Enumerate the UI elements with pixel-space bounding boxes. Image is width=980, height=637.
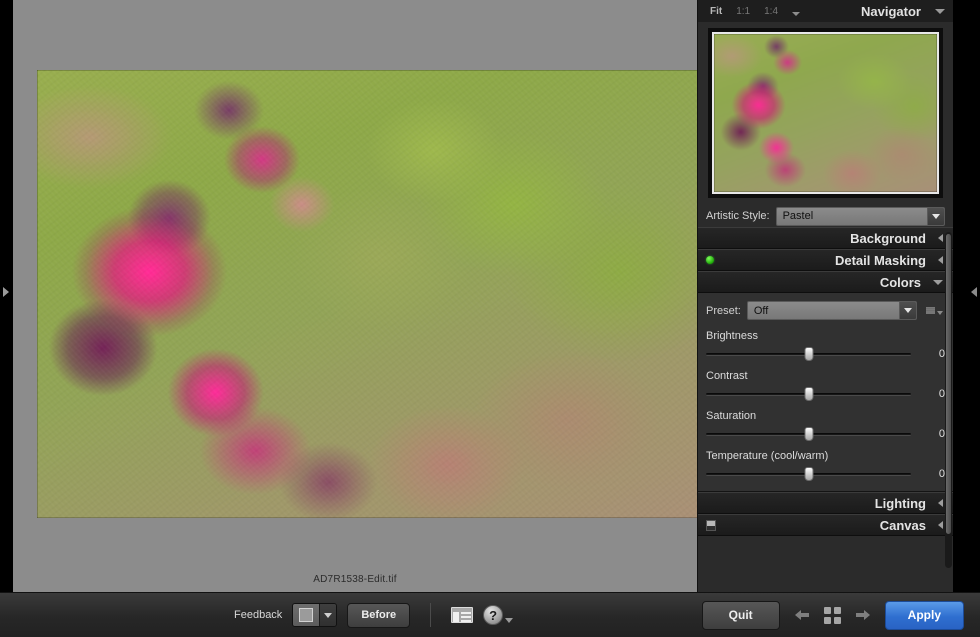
slider-row-saturation: 0: [706, 427, 945, 441]
section-header-detail-masking[interactable]: Detail Masking: [698, 249, 953, 271]
slider-knob-saturation[interactable]: [804, 427, 813, 441]
colors-section-body: Preset: Off Brightness 0: [698, 293, 953, 492]
slider-value-contrast[interactable]: 0: [911, 388, 945, 400]
preset-row: Preset: Off: [706, 301, 945, 320]
grid-view-icon[interactable]: [824, 607, 841, 624]
slider-saturation: Saturation 0: [706, 410, 945, 441]
canvas-texture-icon: [706, 520, 716, 531]
navigator-header: Fit 1:1 1:4 Navigator: [698, 0, 953, 22]
filename-label: AD7R1538-Edit.tif: [13, 574, 697, 585]
slider-track-saturation[interactable]: [706, 427, 911, 441]
slider-row-contrast: 0: [706, 387, 945, 401]
zoom-options-chevron-down-icon[interactable]: [792, 12, 800, 16]
canvas-indicator-slot: [706, 520, 724, 531]
slider-label-temperature: Temperature (cool/warm): [706, 450, 945, 462]
layout-panels-icon: [451, 607, 473, 623]
artistic-style-row: Artistic Style: Pastel: [706, 205, 945, 227]
section-title-colors: Colors: [724, 275, 921, 290]
slider-brightness: Brightness 0: [706, 330, 945, 361]
artistic-style-select[interactable]: Pastel: [776, 207, 945, 226]
toolbar-right-group: Quit Apply: [702, 601, 964, 630]
image-preview[interactable]: [37, 70, 699, 518]
section-header-canvas[interactable]: Canvas: [698, 514, 953, 536]
preset-label: Preset:: [706, 305, 741, 317]
navigator-title: Navigator: [800, 4, 921, 19]
toolbar-divider: [430, 603, 431, 627]
slider-value-brightness[interactable]: 0: [911, 348, 945, 360]
preset-select[interactable]: Off: [747, 301, 917, 320]
slider-row-brightness: 0: [706, 347, 945, 361]
panel-scrollbar[interactable]: [945, 232, 952, 568]
slider-label-saturation: Saturation: [706, 410, 945, 422]
apply-button[interactable]: Apply: [885, 601, 964, 630]
navigator-thumbnail-image: [714, 34, 937, 192]
slider-temperature: Temperature (cool/warm) 0: [706, 450, 945, 481]
next-arrow-icon[interactable]: [855, 609, 871, 621]
slider-knob-temperature[interactable]: [804, 467, 813, 481]
slider-track-contrast[interactable]: [706, 387, 911, 401]
photo-pastel-flowers: [37, 70, 699, 518]
panel-scrollbar-thumb[interactable]: [946, 234, 951, 534]
detail-masking-collapse-chevron-left-icon[interactable]: [938, 256, 943, 264]
slider-knob-brightness[interactable]: [804, 347, 813, 361]
slider-track-brightness[interactable]: [706, 347, 911, 361]
preset-value: Off: [748, 305, 899, 317]
preset-menu-chevron-down-icon: [937, 311, 943, 315]
artistic-style-value: Pastel: [777, 210, 927, 222]
navigator-thumbnail-container[interactable]: [708, 28, 943, 198]
bottom-toolbar: Feedback Before ? Quit: [0, 592, 980, 637]
feedback-color-select[interactable]: [292, 603, 337, 627]
navigator-chevron-down-icon[interactable]: [935, 9, 945, 14]
help-menu-chevron-down-icon[interactable]: [505, 618, 513, 623]
toolbar-left-group: Feedback Before ?: [234, 603, 513, 628]
left-panel-expand-icon[interactable]: [3, 287, 9, 297]
slider-value-temperature[interactable]: 0: [911, 468, 945, 480]
section-header-colors[interactable]: Colors: [698, 271, 953, 293]
zoom-1-1-button[interactable]: 1:1: [736, 6, 750, 17]
colors-expand-chevron-down-icon[interactable]: [933, 280, 943, 285]
slider-label-brightness: Brightness: [706, 330, 945, 342]
previous-arrow-icon[interactable]: [794, 609, 810, 621]
help-group: ?: [483, 605, 513, 625]
canvas-area: AD7R1538-Edit.tif: [0, 0, 697, 592]
artistic-style-label: Artistic Style:: [706, 210, 770, 222]
section-title-detail-masking: Detail Masking: [724, 253, 926, 268]
canvas-background: [13, 0, 697, 592]
slider-value-saturation[interactable]: 0: [911, 428, 945, 440]
right-panel-collapse-icon[interactable]: [971, 287, 977, 297]
preset-menu-button[interactable]: [923, 307, 945, 315]
zoom-fit-button[interactable]: Fit: [710, 6, 722, 17]
slider-label-contrast: Contrast: [706, 370, 945, 382]
preset-list-icon: [926, 307, 935, 314]
feedback-label: Feedback: [234, 609, 282, 621]
panel-empty-area: [698, 536, 953, 560]
layout-view-button[interactable]: [451, 607, 473, 623]
feedback-color-chevron-down-icon[interactable]: [319, 604, 336, 626]
section-header-background[interactable]: Background: [698, 227, 953, 249]
artistic-style-chevron-down-icon[interactable]: [927, 208, 944, 225]
feedback-color-swatch[interactable]: [293, 604, 319, 626]
slider-contrast: Contrast 0: [706, 370, 945, 401]
right-panel: Fit 1:1 1:4 Navigator Artistic Style: Pa…: [697, 0, 953, 592]
lighting-collapse-chevron-left-icon[interactable]: [938, 499, 943, 507]
canvas-collapse-chevron-left-icon[interactable]: [938, 521, 943, 529]
slider-track-temperature[interactable]: [706, 467, 911, 481]
section-header-lighting[interactable]: Lighting: [698, 492, 953, 514]
application-window: AD7R1538-Edit.tif Fit 1:1 1:4 Navigator …: [0, 0, 980, 637]
section-title-lighting: Lighting: [724, 496, 926, 511]
help-button[interactable]: ?: [483, 605, 503, 625]
section-title-background: Background: [724, 231, 926, 246]
background-collapse-chevron-left-icon[interactable]: [938, 234, 943, 242]
section-title-canvas: Canvas: [724, 518, 926, 533]
navigator-thumbnail-frame: [712, 32, 939, 194]
slider-knob-contrast[interactable]: [804, 387, 813, 401]
preset-chevron-down-icon[interactable]: [899, 302, 916, 319]
zoom-1-4-button[interactable]: 1:4: [764, 6, 778, 17]
detail-masking-active-dot-icon: [706, 256, 714, 264]
quit-button[interactable]: Quit: [702, 601, 780, 630]
detail-masking-indicator-slot: [706, 256, 724, 264]
slider-row-temperature: 0: [706, 467, 945, 481]
before-button[interactable]: Before: [347, 603, 410, 628]
